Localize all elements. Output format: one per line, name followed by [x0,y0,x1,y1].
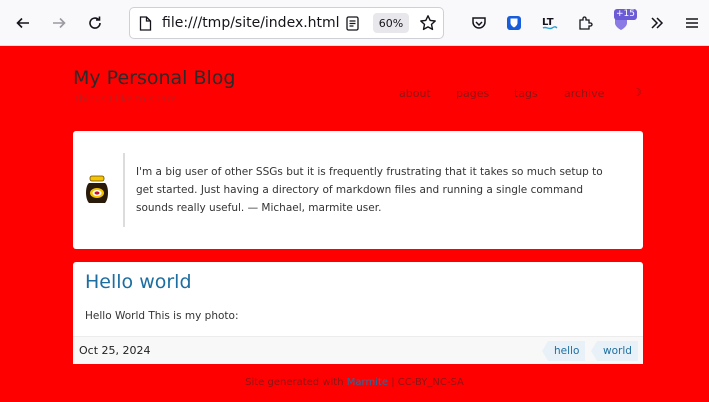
reader-view-icon[interactable] [346,16,359,31]
extension-count-badge: +15 [614,9,637,20]
site-tagline: Things I like to share [73,94,177,105]
url-bar[interactable]: file:///tmp/site/index.html 60% [129,7,444,39]
chevrons-right-icon [651,17,664,29]
post-excerpt: Hello World This is my photo: [85,310,239,322]
extensions-puzzle-button[interactable] [571,9,599,37]
languagetool-icon: LT [542,17,558,30]
nav-item-about[interactable]: about [399,87,431,100]
pocket-button[interactable] [465,9,493,37]
overflow-menu-button[interactable] [643,9,671,37]
url-text: file:///tmp/site/index.html [162,15,340,31]
bitwarden-button[interactable] [500,9,528,37]
puzzle-icon [579,16,593,30]
footer-license: | CC-BY_NC-SA [388,377,464,388]
post-card: Hello world Hello World This is my photo… [73,262,643,364]
app-menu-button[interactable] [678,9,706,37]
bookmark-star-icon[interactable] [419,14,437,32]
nav-item-tags[interactable]: tags [514,87,538,100]
theme-toggle-icon[interactable]: ☽ [632,86,642,99]
post-title-link[interactable]: Hello world [85,271,192,293]
site-footer: Site generated with Marmite | CC-BY_NC-S… [0,377,709,388]
footer-prefix: Site generated with [245,377,344,388]
page-content: My Personal Blog Things I like to share … [0,46,709,402]
languagetool-button[interactable]: LT [536,9,564,37]
footer-marmite-link[interactable]: Marmite [347,377,388,388]
tag-hello[interactable]: hello [542,341,586,361]
site-title[interactable]: My Personal Blog [73,67,235,89]
back-arrow-icon [16,17,29,29]
bitwarden-shield-icon [507,16,521,30]
post-footer: Oct 25, 2024 hello world [73,336,643,364]
page-icon [139,16,152,31]
post-date: Oct 25, 2024 [79,344,151,357]
back-button[interactable] [9,9,37,37]
testimonial-card: I'm a big user of other SSGs but it is f… [73,131,643,249]
pocket-icon [472,17,486,29]
forward-button[interactable] [45,9,73,37]
marmite-jar-logo [86,175,108,203]
blockquote-border [123,153,125,227]
zoom-level-badge[interactable]: 60% [373,13,409,33]
nav-item-pages[interactable]: pages [456,87,489,100]
nav-item-archive[interactable]: archive [564,87,604,100]
reload-button[interactable] [81,9,109,37]
forward-arrow-icon [53,17,66,29]
testimonial-quote: I'm a big user of other SSGs but it is f… [136,166,603,214]
svg-text:LT: LT [542,17,554,28]
browser-toolbar: file:///tmp/site/index.html 60% LT +15 [0,0,709,46]
reload-icon [89,16,101,29]
hamburger-menu-icon [686,18,698,28]
tag-world[interactable]: world [591,341,638,361]
